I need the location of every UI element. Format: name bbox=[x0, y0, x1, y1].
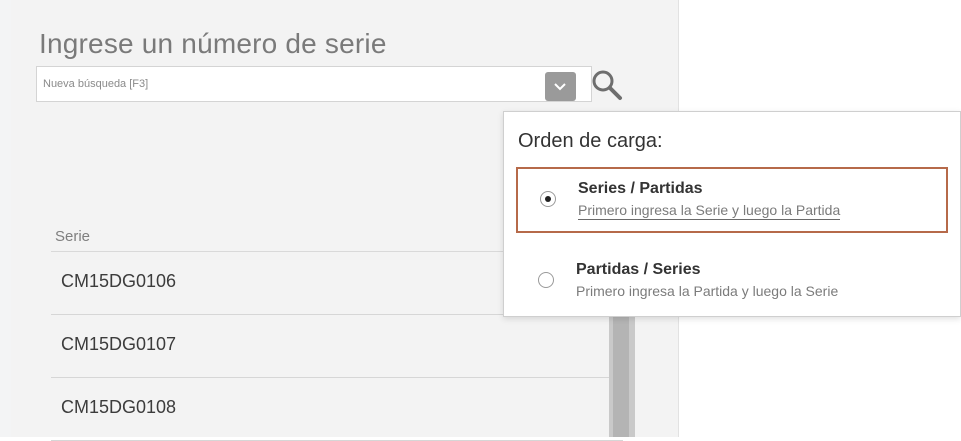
search-icon[interactable] bbox=[589, 67, 625, 103]
search-input[interactable] bbox=[43, 67, 543, 101]
option-label: Partidas / Series bbox=[576, 261, 701, 278]
radio-icon[interactable] bbox=[538, 272, 554, 288]
load-order-popup: Orden de carga: Series / Partidas Primer… bbox=[503, 111, 961, 317]
serial-number: CM15DG0108 bbox=[61, 397, 177, 417]
serial-number: CM15DG0106 bbox=[61, 271, 177, 291]
page-title: Ingrese un número de serie bbox=[39, 28, 387, 59]
load-order-dropdown-button[interactable] bbox=[545, 72, 576, 101]
serial-number: CM15DG0107 bbox=[61, 334, 177, 354]
option-description: Primero ingresa la Serie y luego la Part… bbox=[578, 202, 841, 220]
popup-title: Orden de carga: bbox=[518, 130, 663, 152]
option-description: Primero ingresa la Partida y luego la Se… bbox=[576, 283, 839, 299]
option-label: Series / Partidas bbox=[578, 180, 703, 197]
table-row[interactable]: CM15DG0107 bbox=[51, 315, 623, 378]
option-series-partidas[interactable]: Series / Partidas Primero ingresa la Ser… bbox=[516, 167, 948, 233]
scrollbar-thumb[interactable] bbox=[613, 315, 629, 437]
option-partidas-series[interactable]: Partidas / Series Primero ingresa la Par… bbox=[516, 250, 948, 316]
radio-icon[interactable] bbox=[540, 191, 556, 207]
table-row[interactable]: CM15DG0108 bbox=[51, 378, 623, 441]
left-strip bbox=[0, 0, 11, 437]
column-header-serie: Serie bbox=[55, 228, 91, 245]
search-box[interactable] bbox=[36, 66, 592, 102]
chevron-down-icon bbox=[554, 83, 566, 91]
